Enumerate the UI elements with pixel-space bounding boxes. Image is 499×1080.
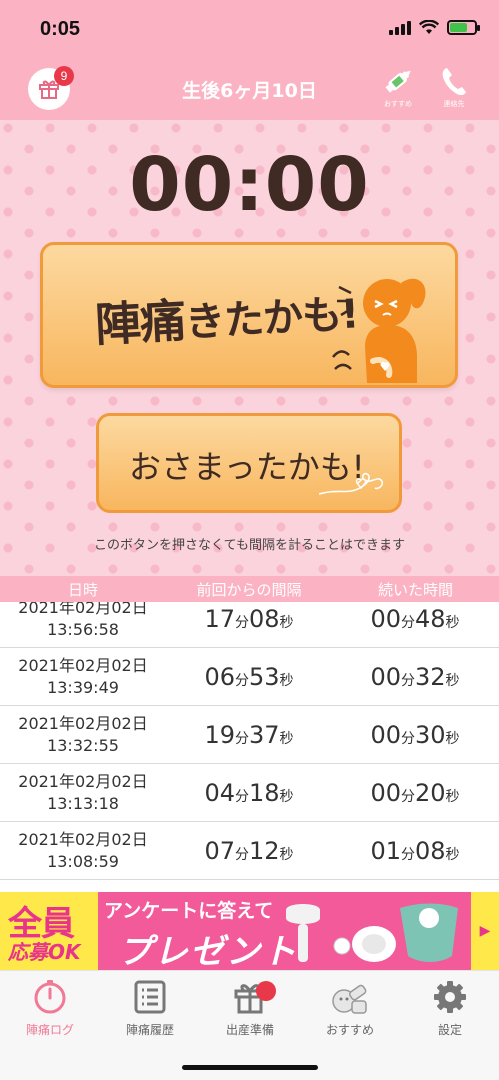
contraction-start-button[interactable]: 陣痛きたかも! bbox=[40, 242, 458, 388]
battery-icon bbox=[447, 20, 480, 35]
row-interval: 17分08秒 bbox=[204, 604, 294, 633]
baby-bottle-icon bbox=[385, 70, 411, 93]
banner-present-text: プレゼント bbox=[118, 932, 298, 970]
contact-label: 連絡先 bbox=[443, 100, 465, 108]
tab-recommend[interactable]: おすすめ bbox=[300, 979, 400, 1041]
row-duration: 00分20秒 bbox=[370, 778, 460, 807]
contact-button[interactable]: 連絡先 bbox=[432, 66, 476, 116]
recommend-label: おすすめ bbox=[384, 100, 412, 108]
phone-icon bbox=[442, 68, 466, 96]
heart-ribbon-icon bbox=[319, 472, 384, 495]
row-interval: 19分37秒 bbox=[204, 720, 294, 749]
tab-birth-prep[interactable]: 出産準備 bbox=[200, 979, 300, 1041]
hint-text: このボタンを押さなくても間隔を計ることはできます bbox=[94, 538, 405, 553]
pregnant-woman-icon bbox=[332, 278, 426, 383]
banner-question-text: アンケートに答えて bbox=[104, 900, 274, 922]
timer-display: 00:00 bbox=[129, 142, 370, 228]
cellular-signal-icon bbox=[389, 20, 411, 35]
row-interval: 06分53秒 bbox=[204, 662, 294, 691]
wifi-icon bbox=[419, 20, 439, 34]
table-row[interactable]: 2021年02月02日 13:08:59 07分12秒 01分08秒 bbox=[0, 822, 499, 880]
tab-contraction-history[interactable]: 陣痛履歴 bbox=[100, 979, 200, 1041]
table-row[interactable]: 2021年02月02日 13:56:58 17分08秒 00分48秒 bbox=[0, 602, 499, 648]
table-row[interactable]: 2021年02月02日 13:13:18 04分18秒 00分20秒 bbox=[0, 764, 499, 822]
tab-label: 陣痛履歴 bbox=[125, 1023, 174, 1037]
status-bar: 0:05 bbox=[0, 0, 499, 66]
row-interval: 04分18秒 bbox=[204, 778, 294, 807]
gear-icon bbox=[434, 981, 466, 1013]
banner-arrow-icon: ▶ bbox=[471, 892, 499, 970]
nav-bar: 9 生後6ヶ月10日 おすすめ 連絡先 bbox=[0, 66, 499, 120]
baby-goods-icon bbox=[286, 903, 458, 962]
tab-contraction-log[interactable]: 陣痛ログ bbox=[0, 979, 100, 1041]
row-duration: 01分08秒 bbox=[370, 836, 460, 865]
tab-label: 陣痛ログ bbox=[25, 1023, 74, 1037]
row-duration: 00分32秒 bbox=[370, 662, 460, 691]
status-time: 0:05 bbox=[40, 18, 81, 40]
row-datetime: 2021年02月02日 13:13:18 bbox=[18, 771, 148, 813]
row-interval: 07分12秒 bbox=[204, 836, 294, 865]
row-datetime: 2021年02月02日 13:56:58 bbox=[18, 602, 148, 639]
table-row[interactable]: 2021年02月02日 13:32:55 19分37秒 00分30秒 bbox=[0, 706, 499, 764]
contraction-stop-button[interactable]: おさまったかも! bbox=[96, 413, 402, 513]
banner-apply-text: 応募OK bbox=[8, 940, 81, 964]
tab-bar: 陣痛ログ 陣痛履歴 出産準備 おすすめ 設定 bbox=[0, 970, 499, 1080]
row-duration: 00分48秒 bbox=[370, 604, 460, 633]
banner-badge: 全員 応募OK bbox=[0, 892, 98, 970]
tab-label: 設定 bbox=[437, 1023, 462, 1037]
home-indicator bbox=[182, 1065, 318, 1070]
promo-banner[interactable]: 全員 応募OK アンケートに答えて プレゼント ▶ bbox=[0, 892, 499, 970]
start-button-label: 陣痛きたかも! bbox=[93, 291, 360, 352]
list-icon bbox=[134, 980, 166, 1014]
page-title: 生後6ヶ月10日 bbox=[182, 80, 317, 102]
status-icons bbox=[389, 20, 480, 35]
log-table-header: 日時 前回からの間隔 続いた時間 bbox=[0, 576, 499, 602]
row-datetime: 2021年02月02日 13:39:49 bbox=[18, 655, 148, 697]
row-datetime: 2021年02月02日 13:08:59 bbox=[18, 829, 148, 871]
tab-label: 出産準備 bbox=[225, 1023, 274, 1037]
baby-items-icon bbox=[332, 984, 367, 1014]
timer-panel: 00:00 陣痛きたかも! おさまったかも! このボタンを押さなくても間隔を計る… bbox=[0, 120, 499, 576]
recommend-button[interactable]: おすすめ bbox=[376, 66, 420, 116]
header-interval: 前回からの間隔 bbox=[196, 580, 302, 599]
tab-label: おすすめ bbox=[325, 1023, 374, 1037]
row-duration: 00分30秒 bbox=[370, 720, 460, 749]
log-table[interactable]: 2021年02月02日 13:56:58 17分08秒 00分48秒 2021年0… bbox=[0, 602, 499, 892]
tab-settings[interactable]: 設定 bbox=[400, 979, 499, 1041]
clock-icon bbox=[34, 980, 66, 1014]
header-datetime: 日時 bbox=[67, 580, 98, 599]
table-row[interactable]: 2021年02月02日 13:39:49 06分53秒 00分32秒 bbox=[0, 648, 499, 706]
row-datetime: 2021年02月02日 13:32:55 bbox=[18, 713, 148, 755]
tab-badge bbox=[256, 981, 276, 1001]
header-duration: 続いた時間 bbox=[377, 580, 453, 599]
